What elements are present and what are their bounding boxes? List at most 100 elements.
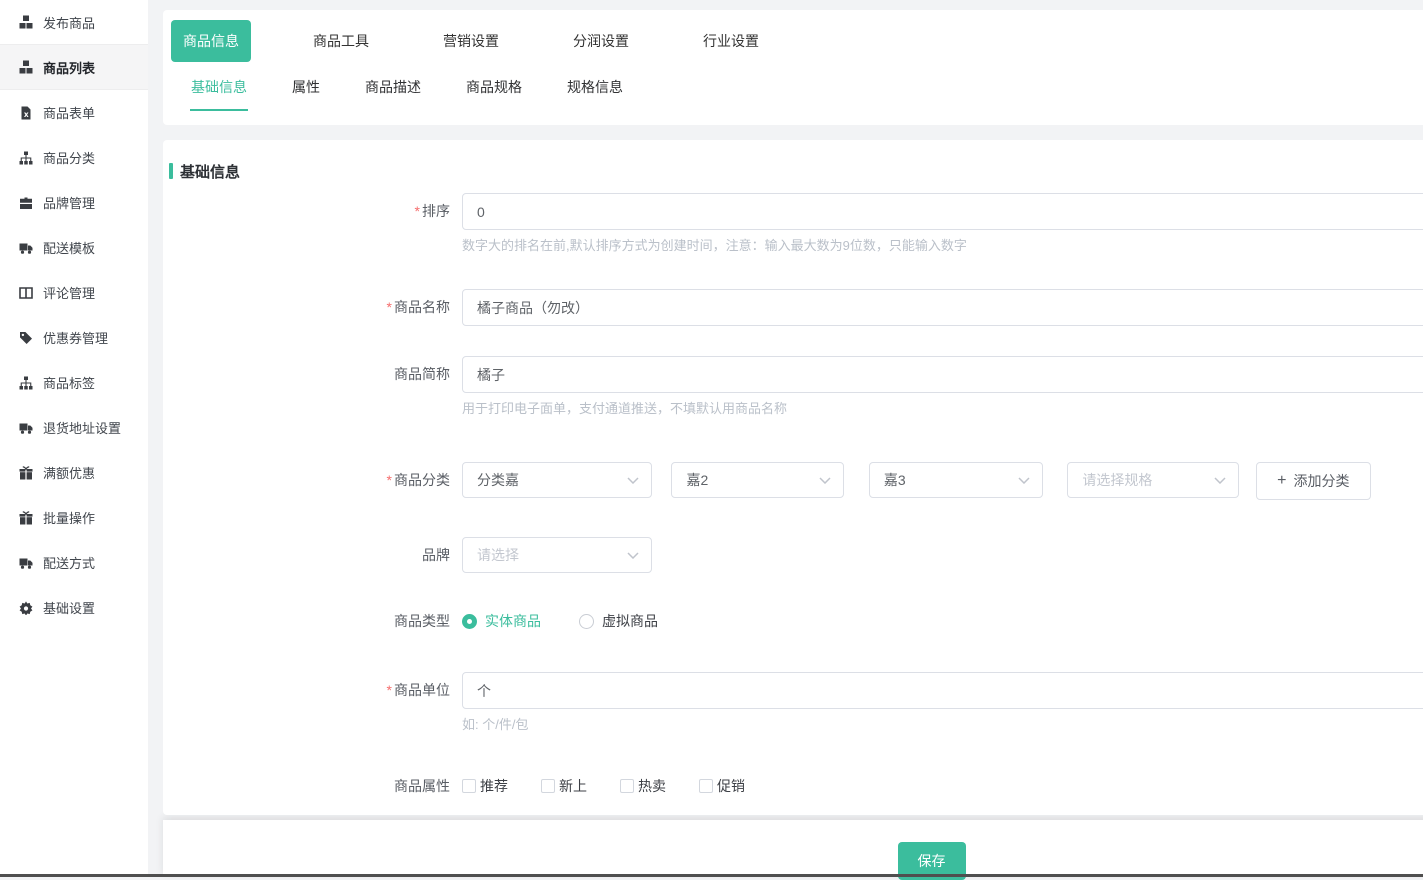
unit-input[interactable]: [462, 672, 1423, 709]
sidebar-item-comment-management[interactable]: 评论管理: [0, 270, 148, 315]
unit-label: *商品单位: [163, 672, 450, 709]
tabs-card: 商品信息 商品工具 营销设置 分润设置 行业设置 基础信息 属性 商品描述 商品…: [163, 10, 1423, 125]
tab-product-info[interactable]: 商品信息: [171, 20, 251, 62]
sidebar-item-delivery-method[interactable]: 配送方式: [0, 540, 148, 585]
chevron-down-icon: [1018, 477, 1030, 484]
chevron-down-icon: [819, 477, 831, 484]
sidebar-item-label: 基础设置: [43, 598, 95, 617]
radio-virtual-product[interactable]: 虚拟商品: [579, 611, 658, 631]
basic-info-form-card: 基础信息 *排序 数字大的排名在前,默认排序方式为创建时间，注意：输入最大数为9…: [163, 140, 1423, 815]
sidebar-item-basic-settings[interactable]: 基础设置: [0, 585, 148, 630]
sidebar-item-delivery-template[interactable]: 配送模板: [0, 225, 148, 270]
brand-control: 请选择: [462, 537, 1423, 573]
sidebar-item-publish-product[interactable]: 发布商品: [0, 0, 148, 45]
required-mark: *: [387, 472, 392, 488]
checkbox-hot[interactable]: 热卖: [620, 776, 699, 796]
select-placeholder: 请选择规格: [1082, 470, 1152, 490]
category-select-spec[interactable]: 请选择规格: [1067, 462, 1239, 498]
sidebar-item-full-discount[interactable]: 满额优惠: [0, 450, 148, 495]
subtab-spec-info[interactable]: 规格信息: [566, 77, 624, 111]
checkbox-promotion[interactable]: 促销: [699, 776, 778, 796]
product-type-label: 商品类型: [163, 611, 450, 631]
gift-icon: [19, 511, 33, 525]
checkbox-icon: [541, 779, 555, 793]
short-name-label: 商品简称: [163, 356, 450, 393]
footer-save-bar: 保存: [163, 820, 1423, 877]
category-select-level2[interactable]: 嘉2: [671, 462, 844, 498]
category-control: 分类嘉 嘉2 嘉3 请选择规格 + 添加分类: [462, 462, 1423, 500]
sidebar-item-label: 配送模板: [43, 238, 95, 257]
sidebar-item-label: 评论管理: [43, 283, 95, 302]
subtab-product-description[interactable]: 商品描述: [364, 77, 422, 111]
chevron-down-icon: [1214, 477, 1226, 484]
sidebar-item-return-address-settings[interactable]: 退货地址设置: [0, 405, 148, 450]
brand-select[interactable]: 请选择: [462, 537, 652, 573]
sidebar-item-coupon-management[interactable]: 优惠券管理: [0, 315, 148, 360]
sidebar-item-label: 商品标签: [43, 373, 95, 392]
add-category-label: 添加分类: [1293, 471, 1349, 491]
subtab-product-spec[interactable]: 商品规格: [465, 77, 523, 111]
radio-physical-product[interactable]: 实体商品: [462, 611, 541, 631]
product-name-label: *商品名称: [163, 289, 450, 326]
select-placeholder: 请选择: [477, 545, 519, 565]
form-row-sort: *排序: [163, 193, 1423, 230]
form-row-attributes: 商品属性 推荐 新上 热卖: [163, 776, 1423, 796]
category-select-level1[interactable]: 分类嘉: [462, 462, 652, 498]
tab-industry-settings[interactable]: 行业设置: [691, 20, 771, 62]
tab-profit-settings[interactable]: 分润设置: [561, 20, 641, 62]
sidebar-item-product-tags[interactable]: 商品标签: [0, 360, 148, 405]
radio-label: 虚拟商品: [602, 611, 658, 631]
sidebar-item-label: 发布商品: [43, 13, 95, 32]
plus-icon: +: [1277, 473, 1286, 489]
sidebar-item-label: 满额优惠: [43, 463, 95, 482]
form-row-short-name: 商品简称: [163, 356, 1423, 393]
sidebar-item-product-category[interactable]: 商品分类: [0, 135, 148, 180]
tag-icon: [19, 331, 33, 345]
sidebar-item-brand-management[interactable]: 品牌管理: [0, 180, 148, 225]
checkbox-label: 促销: [717, 776, 745, 796]
sort-input[interactable]: [462, 193, 1423, 230]
sidebar-item-label: 商品列表: [43, 58, 95, 77]
category-select-level3[interactable]: 嘉3: [869, 462, 1043, 498]
checkbox-label: 推荐: [480, 776, 508, 796]
checkbox-label: 热卖: [638, 776, 666, 796]
section-title: 基础信息: [169, 161, 1423, 181]
product-name-input[interactable]: [462, 289, 1423, 326]
section-accent-bar: [169, 163, 173, 179]
short-name-input[interactable]: [462, 356, 1423, 393]
attributes-control: 推荐 新上 热卖 促销: [462, 776, 1423, 796]
attributes-checkbox-group: 推荐 新上 热卖 促销: [462, 776, 1423, 796]
checkbox-icon: [699, 779, 713, 793]
form-row-product-type: 商品类型 实体商品 虚拟商品: [163, 611, 1423, 631]
form-row-category: *商品分类 分类嘉 嘉2 嘉3 请选择规格: [163, 462, 1423, 500]
brand-label: 品牌: [163, 537, 450, 574]
checkbox-icon: [620, 779, 634, 793]
subtab-basic-info[interactable]: 基础信息: [190, 77, 248, 111]
sidebar-item-label: 退货地址设置: [43, 418, 121, 437]
briefcase-icon: [19, 196, 33, 210]
sidebar-item-batch-operations[interactable]: 批量操作: [0, 495, 148, 540]
checkbox-icon: [462, 779, 476, 793]
subtab-attributes[interactable]: 属性: [291, 77, 321, 111]
cubes-icon: [19, 15, 33, 29]
checkbox-recommend[interactable]: 推荐: [462, 776, 541, 796]
sidebar-item-product-list[interactable]: 商品列表: [0, 45, 148, 90]
product-type-control: 实体商品 虚拟商品: [462, 611, 1423, 631]
tab-marketing-settings[interactable]: 营销设置: [431, 20, 511, 62]
radio-icon: [579, 614, 594, 629]
sitemap-icon: [19, 151, 33, 165]
sort-control: [462, 193, 1423, 230]
tab-product-tools[interactable]: 商品工具: [301, 20, 381, 62]
columns-icon: [19, 286, 33, 300]
sidebar-item-product-form[interactable]: 商品表单: [0, 90, 148, 135]
cubes-icon: [19, 60, 33, 74]
sidebar-item-label: 批量操作: [43, 508, 95, 527]
sidebar: 发布商品 商品列表 商品表单 商品分类 品牌管理 配送模板 评论管理 优惠券管理…: [0, 0, 148, 877]
attributes-label: 商品属性: [163, 776, 450, 796]
truck-icon: [19, 556, 33, 570]
checkbox-new[interactable]: 新上: [541, 776, 620, 796]
sidebar-item-label: 配送方式: [43, 553, 95, 572]
required-mark: *: [387, 299, 392, 315]
sort-hint: 数字大的排名在前,默认排序方式为创建时间，注意：输入最大数为9位数，只能输入数字: [462, 238, 1423, 254]
add-category-button[interactable]: + 添加分类: [1256, 462, 1371, 500]
